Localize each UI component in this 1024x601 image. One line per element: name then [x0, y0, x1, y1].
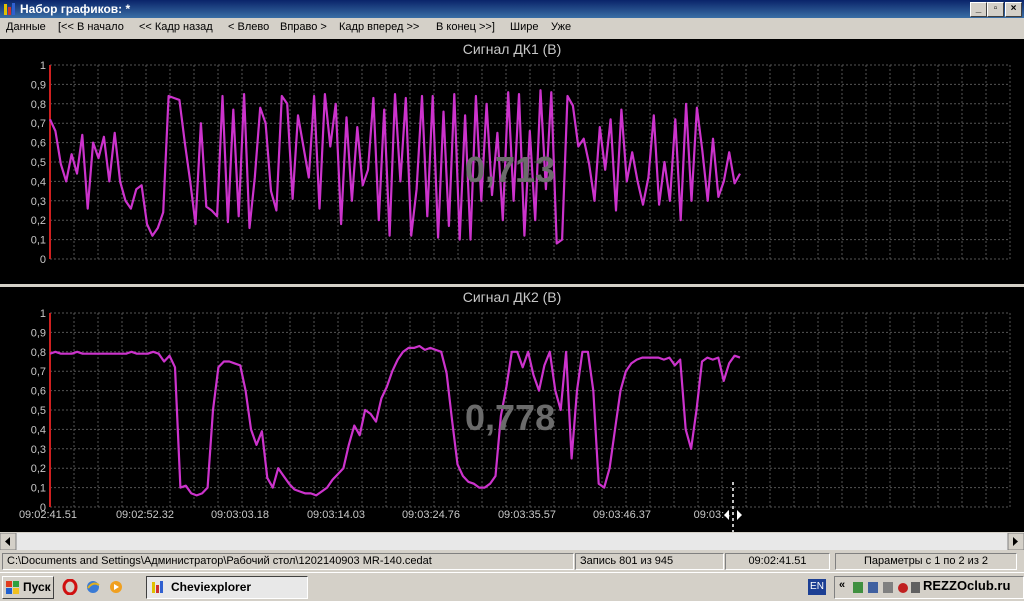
chart-dk1-readout: 0,713: [465, 149, 556, 190]
status-params: Параметры с 1 по 2 из 2: [835, 553, 1017, 570]
start-label: Пуск: [23, 580, 51, 594]
y-tick-label: 0,8: [31, 347, 46, 359]
chart-dk2-readout: 0,778: [465, 397, 556, 438]
y-tick-label: 0,5: [31, 157, 46, 169]
y-tick-label: 0,2: [31, 215, 46, 227]
y-tick-label: 0,7: [31, 118, 46, 130]
app-icon: [152, 581, 163, 593]
title-bar: Набор графиков: * _ ▫ ×: [0, 0, 1024, 18]
time-tick-label: 09:02:41.51: [19, 509, 77, 521]
time-tick-label: 09:03:24.76: [402, 509, 460, 521]
menu-frame-forward[interactable]: Кадр вперед >>: [339, 21, 419, 33]
menu-go-end[interactable]: В конец >>]: [436, 21, 495, 33]
app-icon: [4, 3, 15, 15]
menu-narrower[interactable]: Уже: [551, 21, 571, 33]
menu-wider[interactable]: Шире: [510, 21, 538, 33]
menu-left[interactable]: < Влево: [228, 21, 269, 33]
system-tray: « REZZOclub.ru: [834, 576, 1024, 599]
menu-go-start[interactable]: [<< В начало: [58, 21, 124, 33]
task-label: Cheviexplorer: [171, 580, 252, 594]
media-player-icon[interactable]: [108, 579, 124, 595]
y-tick-label: 0,2: [31, 463, 46, 475]
y-tick-label: 0,7: [31, 366, 46, 378]
y-tick-label: 0,5: [31, 405, 46, 417]
maximize-button[interactable]: ▫: [987, 2, 1004, 17]
time-tick-label: 09:03:35.57: [498, 509, 556, 521]
minimize-button[interactable]: _: [970, 2, 987, 17]
chart-dk1-panel[interactable]: 0 0,1 0,2 0,3 0,4 0,5 0,6 0,7 0,8 0,9 1 Сигнал ДК1…: [0, 39, 1024, 284]
y-tick-label: 0,1: [31, 483, 46, 495]
y-tick-label: 0,6: [31, 386, 46, 398]
y-tick-label: 0,9: [31, 79, 46, 91]
tray-icons[interactable]: [851, 580, 921, 595]
close-button[interactable]: ×: [1005, 2, 1022, 17]
y-tick-label: 0,3: [31, 444, 46, 456]
status-time: 09:02:41.51: [725, 553, 830, 570]
y-tick-label: 0,4: [31, 176, 46, 188]
tray-expand-icon[interactable]: «: [839, 579, 845, 591]
menu-right[interactable]: Вправо >: [280, 21, 327, 33]
status-bar: C:\Documents and Settings\Администратор\…: [0, 552, 1024, 570]
taskbar: Пуск Cheviexplorer EN « REZZOclub.ru: [0, 572, 1024, 601]
chart-dk2-panel[interactable]: 0 0,1 0,2 0,3 0,4 0,5 0,6 0,7 0,8 0,9 1 09:02:41.51…: [0, 287, 1024, 532]
y-tick-label: 1: [40, 60, 46, 72]
internet-explorer-icon[interactable]: [85, 579, 101, 595]
y-tick-label: 1: [40, 308, 46, 320]
time-tick-label: 09:02:52.32: [116, 509, 174, 521]
y-tick-label: 0,6: [31, 138, 46, 150]
time-tick-label: 09:03:46.37: [593, 509, 651, 521]
time-tick-label: 09:03:14.03: [307, 509, 365, 521]
opera-icon[interactable]: [62, 579, 78, 595]
y-tick-label: 0,9: [31, 327, 46, 339]
start-button[interactable]: Пуск: [2, 576, 54, 599]
status-file-path: C:\Documents and Settings\Администратор\…: [2, 553, 574, 570]
horizontal-scrollbar[interactable]: [0, 532, 1024, 551]
time-tick-label: 09:03:03.18: [211, 509, 269, 521]
tray-watermark-text: REZZOclub.ru: [923, 578, 1011, 593]
language-indicator[interactable]: EN: [808, 579, 826, 595]
task-button-cheviexplorer[interactable]: Cheviexplorer: [146, 576, 308, 599]
y-tick-label: 0,8: [31, 99, 46, 111]
chart-dk2-title: Сигнал ДК2 (В): [462, 289, 562, 305]
series-line: [49, 344, 741, 497]
y-tick-label: 0,3: [31, 196, 46, 208]
y-tick-label: 0,1: [31, 235, 46, 247]
status-record: Запись 801 из 945: [575, 553, 724, 570]
y-tick-label: 0: [40, 254, 46, 266]
menu-bar: Данные [<< В начало << Кадр назад < Влев…: [0, 18, 1024, 38]
y-tick-label: 0,4: [31, 424, 46, 436]
menu-data[interactable]: Данные: [6, 21, 46, 33]
window-title: Набор графиков: *: [20, 2, 131, 16]
menu-frame-back[interactable]: << Кадр назад: [139, 21, 213, 33]
windows-logo-icon: [6, 581, 19, 594]
chart-dk1-title: Сигнал ДК1 (В): [462, 41, 562, 57]
